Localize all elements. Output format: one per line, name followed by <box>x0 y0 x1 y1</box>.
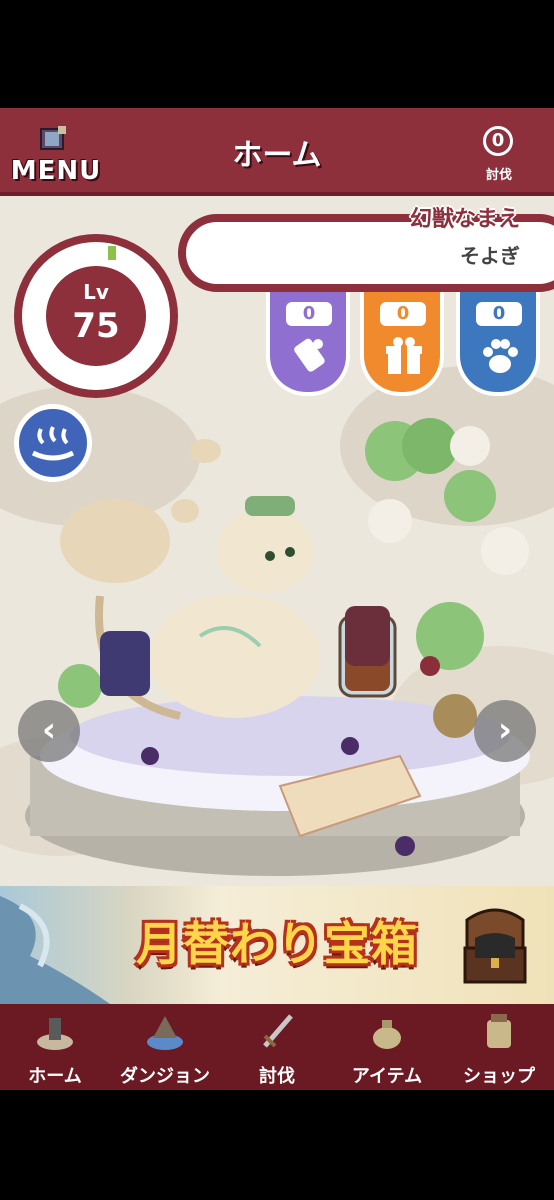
home-icon <box>37 1018 73 1050</box>
gift-icon <box>386 337 422 374</box>
next-arrow-button[interactable]: › <box>474 700 536 762</box>
nav-label-shop: ショップ <box>463 1066 535 1087</box>
gift-badge-button[interactable]: 0 <box>360 292 444 396</box>
nav-item-defeat[interactable]: 討伐 <box>222 1004 332 1090</box>
nav-label-items: アイテム <box>351 1066 423 1087</box>
defeat-counter-button[interactable]: 0 討伐 <box>470 122 530 188</box>
gift-badge-count: 0 <box>380 302 426 326</box>
status-bar-area <box>0 0 554 108</box>
dragon-art <box>0 896 110 1004</box>
scroll-badge-button[interactable]: 0 <box>266 292 350 396</box>
bottom-system-area <box>0 1090 554 1200</box>
level-badge: Lv 75 <box>14 234 178 398</box>
level-progress-marker <box>108 246 116 260</box>
dungeon-icon <box>147 1016 183 1050</box>
defeat-label: 討伐 <box>485 168 512 183</box>
paw-badge-count: 0 <box>476 302 522 326</box>
shop-icon <box>487 1014 511 1048</box>
defeat-count: 0 <box>483 126 513 156</box>
nav-label-home: ホーム <box>28 1066 82 1087</box>
nav-item-dungeon[interactable]: ダンジョン <box>110 1004 220 1090</box>
nav-item-home[interactable]: ホーム <box>0 1004 110 1090</box>
pet-name-value: そよぎ <box>460 244 520 268</box>
paw-icon <box>483 339 518 373</box>
item-bag-icon <box>373 1020 401 1049</box>
treasure-chest-icon <box>463 908 527 984</box>
nav-item-items[interactable]: アイテム <box>332 1004 442 1090</box>
prev-arrow-button[interactable]: ‹ <box>18 700 80 762</box>
level-value: 75 <box>72 306 120 346</box>
hot-spring-button[interactable] <box>14 404 92 482</box>
bottom-nav: ホーム ダンジョン 討伐 アイテム ショップ <box>0 1004 554 1090</box>
banner-title: 月替わり宝箱 <box>136 917 418 971</box>
level-prefix: Lv <box>83 280 109 304</box>
level-inner-circle: Lv 75 <box>42 262 150 370</box>
paw-badge-button[interactable]: 0 <box>456 292 540 396</box>
nav-label-defeat: 討伐 <box>259 1066 295 1087</box>
scroll-badge-count: 0 <box>286 302 332 326</box>
monthly-chest-banner[interactable]: 月替わり宝箱 <box>0 886 554 1004</box>
nav-label-dungeon: ダンジョン <box>120 1066 210 1087</box>
sword-icon <box>263 1014 293 1048</box>
hot-spring-icon <box>31 426 75 461</box>
nav-item-shop[interactable]: ショップ <box>444 1004 554 1090</box>
scroll-icon <box>294 338 325 372</box>
pet-name-label: 幻獣なまえ <box>410 207 521 232</box>
app-header: MENU ホーム 0 討伐 <box>0 108 554 196</box>
